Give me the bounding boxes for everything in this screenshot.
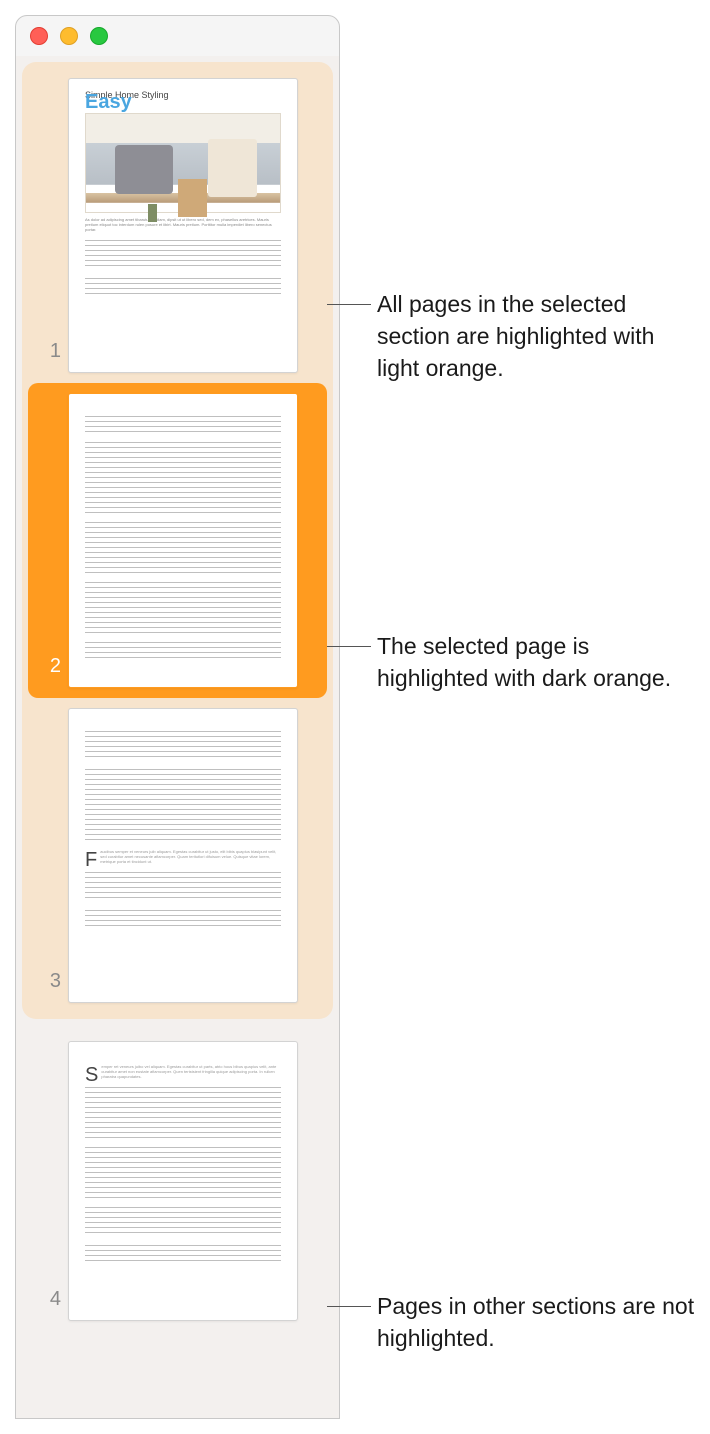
body-text-placeholder: [85, 1147, 281, 1199]
thumbnail-page-3[interactable]: 3 Faucibus semper et veneurs juib aliqua…: [28, 698, 327, 1013]
body-text-placeholder: [85, 769, 281, 841]
callout-section-highlight: All pages in the selected section are hi…: [377, 288, 697, 384]
document-subtitle: Easy: [85, 100, 281, 105]
callout-text: The selected page is highlighted with da…: [377, 633, 671, 691]
body-text-placeholder: Semper ret veneurs juibo vel aliquam. Eg…: [85, 1064, 281, 1079]
body-text-placeholder: [85, 731, 281, 761]
body-text-placeholder: [85, 278, 281, 296]
body-text-placeholder: [85, 642, 281, 660]
body-text-placeholder: [85, 1087, 281, 1139]
body-text-placeholder: Faucibus semper et veneurs juib aliquam.…: [85, 849, 281, 864]
close-icon[interactable]: [30, 27, 48, 45]
minimize-icon[interactable]: [60, 27, 78, 45]
thumbnail-page-2-selected[interactable]: 2: [28, 383, 327, 698]
callout-text: Pages in other sections are not highligh…: [377, 1293, 694, 1351]
thumbnails-sidebar: 1 Simple Home Styling Easy As dolor ad a…: [16, 56, 339, 1418]
page-thumbnail: [68, 393, 298, 688]
callout-text: All pages in the selected section are hi…: [377, 291, 654, 381]
page-number: 4: [33, 1288, 61, 1311]
page-thumbnail: Simple Home Styling Easy As dolor ad adi…: [68, 78, 298, 373]
section-other: 4 Semper ret veneurs juibo vel aliquam. …: [22, 1025, 333, 1337]
body-text-placeholder: [85, 910, 281, 928]
page-number: 1: [33, 340, 61, 363]
app-window: 1 Simple Home Styling Easy As dolor ad a…: [15, 15, 340, 1419]
body-text-placeholder: [85, 872, 281, 902]
section-selected: 1 Simple Home Styling Easy As dolor ad a…: [22, 62, 333, 1019]
page-number: 2: [33, 655, 61, 678]
image-caption: As dolor ad adipiscing amet tibarutum nu…: [85, 217, 281, 232]
thumbnail-page-1[interactable]: 1 Simple Home Styling Easy As dolor ad a…: [28, 68, 327, 383]
page-thumbnail: Semper ret veneurs juibo vel aliquam. Eg…: [68, 1041, 298, 1321]
page-thumbnail: Faucibus semper et veneurs juib aliquam.…: [68, 708, 298, 1003]
body-text-placeholder: [85, 522, 281, 574]
body-text-placeholder: [85, 1245, 281, 1263]
body-text-placeholder: [85, 240, 281, 270]
page-number: 3: [33, 970, 61, 993]
hero-image-placeholder: [85, 113, 281, 213]
body-text-placeholder: [85, 582, 281, 634]
window-titlebar: [16, 16, 339, 56]
callout-page-highlight: The selected page is highlighted with da…: [377, 630, 697, 694]
thumbnail-page-4[interactable]: 4 Semper ret veneurs juibo vel aliquam. …: [28, 1031, 327, 1331]
zoom-icon[interactable]: [90, 27, 108, 45]
callout-other-section: Pages in other sections are not highligh…: [377, 1290, 697, 1354]
body-text-placeholder: [85, 416, 281, 434]
body-text-placeholder: [85, 1207, 281, 1237]
body-text-placeholder: [85, 442, 281, 514]
